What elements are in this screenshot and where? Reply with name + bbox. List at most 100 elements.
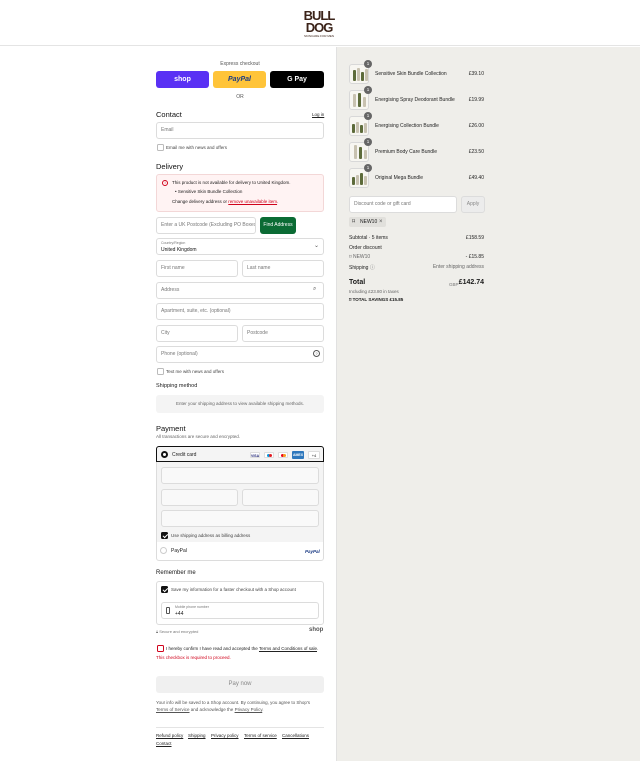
save-info-label: Save my information for a faster checkou… (171, 587, 296, 592)
shipping-value: Enter shipping address (432, 264, 484, 270)
card-name-input[interactable] (161, 510, 319, 527)
cart-item-qty: 1 (364, 138, 372, 146)
or-divider: OR (236, 94, 244, 100)
cancellations-link[interactable]: Cancellations (282, 733, 309, 738)
privacy-policy-link[interactable]: Privacy policy (211, 733, 239, 738)
card-expiry-input[interactable] (161, 489, 238, 506)
contact-title: Contact (156, 110, 182, 119)
contact-link[interactable]: Contact (156, 741, 172, 746)
secure-label: 🔒︎ Secure and encrypted (156, 629, 198, 634)
cart-item-price: £23.50 (468, 149, 484, 155)
logo-line2: DOG (305, 20, 334, 35)
postcode-lookup-input[interactable]: Enter a UK Postcode (Excluding PO Boxes) (156, 217, 256, 234)
shop-privacy-link[interactable]: Privacy Policy (235, 707, 263, 712)
visa-icon: VISA (250, 452, 260, 458)
warning-item-text: Sensitive Skin Bundle Collection (177, 189, 243, 194)
terms-checkbox[interactable] (157, 645, 164, 652)
city-input[interactable]: City (156, 325, 238, 342)
terms-label: I hereby confirm I have read and accepte… (166, 646, 318, 651)
maestro-icon (264, 452, 274, 458)
login-link[interactable]: Log in (312, 112, 324, 117)
shipping-label-text: Shipping (349, 265, 369, 271)
cart-item-name: Premium Body Care Bundle (375, 149, 437, 155)
apply-button[interactable]: Apply (461, 196, 485, 213)
bulldog-logo[interactable]: BULL DOG SKINCARE FOR MEN (303, 9, 336, 38)
remove-tag-icon[interactable]: × (379, 217, 383, 227)
discount-value: - £15.85 (465, 254, 484, 260)
email-input[interactable]: Email (156, 122, 324, 139)
mobile-value: +44 (175, 611, 184, 617)
disclaimer-middle: and acknowledge the (189, 707, 235, 712)
secure-text: Secure and encrypted (159, 629, 199, 634)
phone-input[interactable]: Phone (optional) (156, 346, 324, 363)
total-value: £142.74 (458, 279, 484, 286)
text-news-checkbox[interactable] (157, 368, 164, 375)
savings-label: TOTAL SAVINGS (352, 297, 389, 302)
shop-pay-button[interactable]: shop (156, 71, 209, 88)
save-info-checkbox[interactable] (161, 586, 168, 593)
subtotal-label: Subtotal · 5 items (349, 235, 388, 241)
cart-item-thumbnail: 1 (349, 86, 372, 110)
warning-title: This product is not available for delive… (172, 180, 291, 185)
footer-divider (156, 727, 324, 728)
mobile-phone-input[interactable]: Mobile phone number +44 (161, 602, 319, 619)
first-name-input[interactable]: First name (156, 260, 238, 277)
credit-card-radio[interactable] (161, 451, 168, 458)
shipping-method-placeholder: Enter your shipping address to view avai… (156, 395, 324, 413)
help-icon[interactable]: ? (313, 350, 320, 357)
tag-icon: ⌑ (352, 219, 356, 225)
email-news-checkbox[interactable] (157, 144, 164, 151)
taxes-label: Including £23.80 in taxes (349, 289, 399, 294)
payment-title: Payment (156, 424, 186, 433)
shop-terms-link[interactable]: Terms of Service (156, 707, 190, 712)
terms-link[interactable]: Terms and Conditions of sale (259, 646, 317, 651)
shop-disclaimer: Your info will be saved to a Shop accoun… (156, 699, 324, 713)
card-cvc-input[interactable] (242, 489, 319, 506)
refund-policy-link[interactable]: Refund policy (156, 733, 183, 738)
google-pay-button[interactable]: G Pay (270, 71, 324, 88)
shipping-link[interactable]: Shipping (188, 733, 206, 738)
disclaimer-text: Your info will be saved to a Shop accoun… (156, 700, 311, 705)
find-address-button[interactable]: Find Address (260, 217, 296, 234)
cart-item-name: Original Mega Bundle (375, 175, 424, 181)
express-checkout-label: Express checkout (220, 61, 260, 67)
warning-change-prefix: Change delivery address or (172, 199, 229, 204)
last-name-input[interactable]: Last name (242, 260, 324, 277)
mobile-icon (166, 607, 170, 614)
info-icon[interactable]: ⓘ (370, 265, 375, 271)
card-number-input[interactable] (161, 467, 319, 484)
alert-icon: ! (162, 180, 168, 186)
warning-change-suffix: . (277, 199, 279, 204)
cart-item-price: £49.40 (468, 175, 484, 181)
discount-code-input[interactable]: Discount code or gift card (349, 196, 457, 213)
discount-code-line: ⌑ NEW10 (349, 254, 370, 260)
country-select[interactable]: Country/Region United Kingdom ⌄ (156, 238, 324, 255)
discount-tag-code: NEW10 (360, 219, 378, 225)
paypal-option-label: PayPal (171, 548, 187, 554)
header: BULL DOG SKINCARE FOR MEN (0, 0, 640, 46)
paypal-button[interactable]: PayPal (213, 71, 266, 88)
cart-item-price: £19.99 (468, 97, 484, 103)
discount-code-text: NEW10 (352, 254, 371, 260)
pay-now-button[interactable]: Pay now (156, 676, 324, 693)
mastercard-icon (278, 452, 288, 458)
paypal-radio[interactable] (160, 547, 167, 554)
more-cards-badge: +4 (308, 451, 320, 459)
unavailable-warning: ! This product is not available for deli… (156, 174, 324, 212)
postcode-input[interactable]: Postcode (242, 325, 324, 342)
paypal-logo: PayPal (305, 549, 320, 554)
warning-item: • Sensitive Skin Bundle Collection (175, 189, 243, 194)
text-news-label: Text me with news and offers (166, 369, 224, 374)
billing-same-checkbox[interactable] (161, 532, 168, 539)
shipping-method-title: Shipping method (156, 383, 198, 389)
address-input[interactable]: Address (156, 282, 324, 299)
logo-tagline: SKINCARE FOR MEN (303, 34, 334, 38)
apartment-input[interactable]: Apartment, suite, etc. (optional) (156, 303, 324, 320)
credit-card-option[interactable]: Credit card VISA AMEX +4 (156, 446, 324, 462)
shop-logo: shop (309, 627, 324, 633)
delivery-title: Delivery (156, 162, 184, 171)
remove-unavailable-link[interactable]: remove unavailable item (228, 199, 277, 204)
subtotal-value: £158.59 (465, 235, 484, 241)
cart-item-price: £26.00 (468, 123, 484, 129)
terms-of-service-link[interactable]: Terms of service (244, 733, 277, 738)
